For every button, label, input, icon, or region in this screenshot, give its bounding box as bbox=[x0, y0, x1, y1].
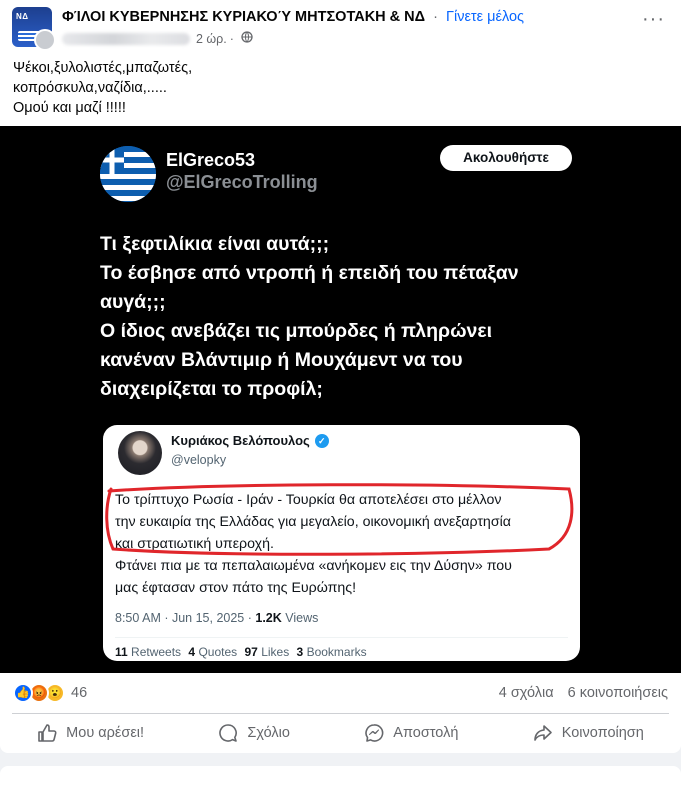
comment-button[interactable]: Σχόλιο bbox=[208, 719, 300, 747]
quoted-body-line: μας έφτασαν στον πάτο της Ευρώπης! bbox=[115, 580, 357, 596]
verified-badge-icon: ✓ bbox=[314, 433, 329, 448]
quoted-body-line: και στρατιωτική υπεροχή. bbox=[115, 536, 274, 552]
engagement-counts: 4 σχόλια 6 κοινοποιήσεις bbox=[499, 685, 668, 701]
post-header: ΦΊΛΟΙ ΚΥΒΕΡΝΗΣΗΣ ΚΥΡΙΑΚΟΎ ΜΗΤΣΟΤΑΚΗ & ΝΔ… bbox=[62, 9, 524, 25]
bookmarks-count: 3 bbox=[296, 645, 304, 659]
post-text-line: Ομού και μαζί !!!!! bbox=[13, 100, 126, 116]
likes-count: 97 bbox=[244, 645, 258, 659]
post-actions-bar: Μου αρέσει! Σχόλιο Αποστολή Κοινοποίηση bbox=[0, 716, 681, 750]
card-divider bbox=[115, 637, 568, 638]
comments-count-link[interactable]: 4 σχόλια bbox=[499, 685, 554, 701]
tweet-text-line: κανέναν Βλάντιμιρ ή Μουχάμεντ να του bbox=[100, 349, 463, 371]
quoted-body-line: την ευκαιρία της Ελλάδας για μεγαλείο, ο… bbox=[115, 514, 511, 530]
author-name-blurred[interactable] bbox=[62, 32, 190, 45]
globe-icon bbox=[241, 31, 253, 46]
quoted-body-line: Φτάνει πια με τα πεπαλαιωμένα «ανήκομεν … bbox=[115, 558, 512, 574]
post-text-line: κοπρόσκυλα,ναζίδια,..... bbox=[13, 80, 167, 96]
bookmarks-label: Bookmarks bbox=[306, 645, 367, 659]
shares-count-link[interactable]: 6 κοινοποιήσεις bbox=[568, 685, 668, 701]
tweet-author-name: ElGreco53 bbox=[166, 150, 256, 170]
quoted-tweet-card: Κυριάκος Βελόπουλος ✓ @velopky Το τρίπτυ… bbox=[103, 425, 580, 661]
send-button[interactable]: Αποστολή bbox=[354, 719, 468, 747]
group-avatar-logo: ΝΔ bbox=[16, 12, 29, 21]
quoted-body-line: Το τρίπτυχο Ρωσία - Ιράν - Τουρκία θα απ… bbox=[115, 492, 502, 508]
like-reaction-icon: 👍 bbox=[13, 683, 33, 703]
views-count: 1.2K bbox=[255, 611, 282, 625]
send-label: Αποστολή bbox=[393, 725, 459, 741]
join-group-button[interactable]: Γίνετε μέλος bbox=[446, 9, 524, 25]
post-meta: 2 ώρ. · bbox=[62, 31, 253, 46]
comment-bubble-icon bbox=[218, 723, 238, 743]
reaction-count: 46 bbox=[71, 685, 88, 701]
quotes-label: Quotes bbox=[198, 645, 238, 659]
share-label: Κοινοποίηση bbox=[561, 725, 644, 741]
quoted-stats: 11 Retweets 4 Quotes 97 Likes 3 Bookmark… bbox=[115, 645, 367, 659]
like-button[interactable]: Μου αρέσει! bbox=[27, 719, 154, 747]
share-button[interactable]: Κοινοποίηση bbox=[523, 719, 654, 747]
group-name-link[interactable]: ΦΊΛΟΙ ΚΥΒΕΡΝΗΣΗΣ ΚΥΡΙΑΚΟΎ ΜΗΤΣΟΤΑΚΗ & ΝΔ bbox=[62, 9, 425, 25]
reactions-summary[interactable]: 👍 😡 😮 46 bbox=[13, 683, 87, 703]
thumbs-up-icon bbox=[37, 723, 57, 743]
tweet-text-line: Το έσβησε από ντροπή ή επειδή του πέταξα… bbox=[100, 262, 519, 284]
post-text-line: Ψέκοι,ξυλολιστές,μπαζωτές, bbox=[13, 60, 193, 76]
tweet-text: Τι ξεφτιλίκια είναι αυτά;;; Το έσβησε απ… bbox=[100, 230, 580, 404]
retweets-count: 11 bbox=[115, 645, 128, 659]
quoted-tweet-body: Το τρίπτυχο Ρωσία - Ιράν - Τουρκία θα απ… bbox=[115, 489, 575, 599]
likes-label: Likes bbox=[261, 645, 290, 659]
next-post-card bbox=[0, 766, 681, 790]
post-image[interactable]: ElGreco53 @ElGrecoTrolling Ακολουθήστε Τ… bbox=[0, 126, 681, 673]
meta-dot: · bbox=[229, 31, 234, 46]
quoted-author-name: Κυριάκος Βελόπουλος ✓ bbox=[171, 433, 329, 448]
post-time[interactable]: 2 ώρ. bbox=[196, 32, 227, 46]
tweet-text-line: διαχειρίζεται το προφίλ; bbox=[100, 378, 323, 400]
quoted-author-name-text: Κυριάκος Βελόπουλος bbox=[171, 433, 310, 448]
tweet-text-line: αυγά;;; bbox=[100, 291, 166, 313]
more-options-button[interactable]: ··· bbox=[642, 9, 665, 29]
quoted-time-text: 8:50 AM · Jun 15, 2025 · bbox=[115, 611, 252, 625]
like-label: Μου αρέσει! bbox=[66, 725, 145, 741]
greek-flag-avatar bbox=[100, 146, 156, 202]
actions-divider bbox=[12, 713, 669, 714]
comment-label: Σχόλιο bbox=[247, 725, 290, 741]
quoted-timestamp: 8:50 AM · Jun 15, 2025 · 1.2K Views bbox=[115, 611, 318, 625]
retweets-label: Retweets bbox=[131, 645, 182, 659]
post-text: Ψέκοι,ξυλολιστές,μπαζωτές, κοπρόσκυλα,να… bbox=[13, 58, 192, 118]
messenger-icon bbox=[364, 723, 384, 743]
quoted-author-handle: @velopky bbox=[171, 453, 227, 467]
tweet-author-handle: @ElGrecoTrolling bbox=[166, 172, 318, 192]
tweet-text-line: Τι ξεφτιλίκια είναι αυτά;;; bbox=[100, 233, 330, 255]
author-avatar[interactable] bbox=[34, 29, 56, 51]
quoted-author-avatar bbox=[118, 431, 162, 475]
quotes-count: 4 bbox=[188, 645, 196, 659]
follow-button: Ακολουθήστε bbox=[440, 145, 572, 171]
tweet-text-line: Ο ίδιος ανεβάζει τις μπούρδες ή πληρώνει bbox=[100, 320, 493, 342]
facebook-post: ΝΔ ΦΊΛΟΙ ΚΥΒΕΡΝΗΣΗΣ ΚΥΡΙΑΚΟΎ ΜΗΤΣΟΤΑΚΗ &… bbox=[0, 0, 681, 753]
header-separator: · bbox=[433, 9, 438, 25]
share-arrow-icon bbox=[533, 723, 553, 743]
views-label: Views bbox=[285, 611, 319, 625]
